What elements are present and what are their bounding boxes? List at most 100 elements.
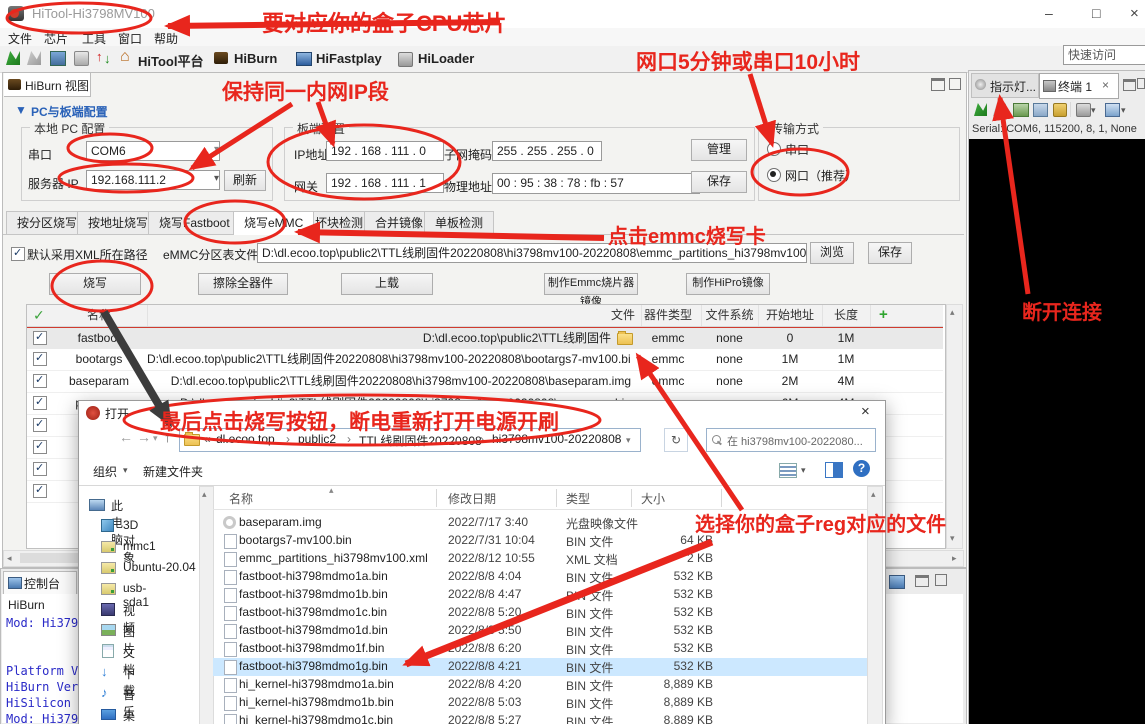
erase-button[interactable]: 擦除全器件 [198,273,288,295]
refresh-button-icon[interactable]: ↻ [664,428,688,452]
connect-icon[interactable] [6,51,20,65]
toolbar-hiburn-label[interactable]: HiBurn [234,51,277,66]
nav-back-icon[interactable]: ← [119,429,133,445]
board-ip-input[interactable]: 192 . 168 . 111 . 0 [326,141,444,161]
burn-button[interactable]: 烧写 [49,273,141,295]
plug-icon[interactable] [74,51,89,66]
view-mode-icon[interactable] [779,463,797,478]
help-icon[interactable]: ? [853,460,870,477]
config-icon[interactable] [50,51,66,66]
manage-button[interactable]: 管理 [691,139,747,161]
dialog-close-icon[interactable]: × [861,403,870,420]
tab-terminal-1[interactable]: 终端 1 × [1039,73,1119,99]
col-device[interactable]: 器件类型 [635,305,702,326]
file-col-name[interactable]: 名称 [229,490,253,507]
quick-access-input[interactable]: 快速访问 [1063,45,1145,65]
gateway-input[interactable]: 192 . 168 . 111 . 1 [326,173,444,193]
search-input-value[interactable]: 在 hi3798mv100-2022080... [727,433,863,449]
row-checkbox[interactable] [33,331,47,345]
tab-emmc-burn[interactable]: 烧写eMMC [233,211,314,235]
file-col-type[interactable]: 类型 [566,490,590,507]
file-row[interactable]: emmc_partitions_hi3798mv100.xml 2022/8/1… [213,550,867,568]
section-expander-icon[interactable]: ▼ [15,103,27,117]
terminal-lock-icon[interactable] [1053,103,1067,117]
file-row[interactable]: hi_kernel-hi3798mdmo1a.bin 2022/8/8 4:20… [213,676,867,694]
panel-minimize-icon[interactable] [931,78,945,91]
row-checkbox[interactable] [33,352,47,366]
terminal-table-icon[interactable] [1013,103,1029,117]
table-vscrollbar[interactable]: ▴ ▾ [946,304,963,549]
mac-input[interactable]: 00 : 95 : 38 : 78 : fb : 57 [492,173,700,194]
row-checkbox[interactable] [33,396,47,410]
hifastplay-icon[interactable] [296,52,312,66]
tab-address-burn[interactable]: 按地址烧写 [77,211,159,234]
nav-history-caret-icon[interactable]: ▾ [153,433,158,444]
upload-button[interactable]: 上载 [341,273,433,295]
serial-radio-label[interactable]: 串口 [785,141,809,158]
server-ip-select[interactable]: 192.168.111.2 [86,170,220,190]
browse-file-icon[interactable] [617,333,633,345]
row-checkbox[interactable] [33,462,47,476]
maximize-icon[interactable]: □ [1092,5,1100,21]
new-terminal-caret-icon[interactable]: ▾ [1121,105,1126,116]
file-row[interactable]: fastboot-hi3798mdmo1a.bin 2022/8/8 4:04 … [213,568,867,586]
terminal-columns-icon[interactable] [1033,103,1048,117]
tab-partition-burn[interactable]: 按分区烧写 [6,211,88,234]
view-mode-caret-icon[interactable]: ▾ [801,465,806,476]
tab-hiburn-view[interactable]: HiBurn 视图 [4,73,91,97]
menu-file[interactable]: 文件 [8,30,32,47]
terminal-settings-caret-icon[interactable]: ▾ [1091,105,1096,116]
file-row-selected[interactable]: fastboot-hi3798mdmo1g.bin 2022/8/8 4:21 … [213,658,867,676]
sidebar-scrollbar[interactable]: ▴ [199,486,214,724]
close-icon[interactable]: × [1130,5,1139,22]
terminal-panel-maximize-icon[interactable] [1137,78,1145,89]
col-length[interactable]: 长度 [822,305,871,326]
table-row-baseparam[interactable]: baseparam D:\dl.ecoo.top\public2\TTL线刷固件… [27,371,943,393]
tab-console[interactable]: 控制台 [3,571,77,595]
file-col-date[interactable]: 修改日期 [448,490,496,507]
console-minimize-icon[interactable] [915,575,929,587]
tab-board-check[interactable]: 单板检测 [424,211,494,234]
check-all-icon[interactable]: ✓ [33,307,45,324]
refresh-button[interactable]: 刷新 [224,170,266,191]
col-start[interactable]: 开始地址 [758,305,823,326]
address-caret-icon[interactable]: ▾ [626,435,631,446]
console-maximize-icon[interactable] [935,574,947,586]
hiloader-icon[interactable] [398,52,413,67]
terminal-disconnect-icon[interactable] [993,103,1006,116]
toolbar-hifastplay-label[interactable]: HiFastplay [316,51,382,66]
file-row[interactable]: hi_kernel-hi3798mdmo1c.bin 2022/8/8 5:27… [213,712,867,724]
download-arrow-icon[interactable]: ↓ [104,51,111,66]
toolbar-hiloader-label[interactable]: HiLoader [418,51,474,66]
hiburn-chip-icon[interactable] [214,52,228,64]
make-hipro-image-button[interactable]: 制作HiPro镜像 [686,273,770,295]
search-box[interactable]: 在 hi3798mv100-2022080... [706,428,876,452]
xml-save-button[interactable]: 保存 [868,242,912,264]
nav-forward-icon[interactable]: → [137,429,151,445]
terminal-panel-minimize-icon[interactable] [1123,79,1136,91]
file-row[interactable]: hi_kernel-hi3798mdmo1b.bin 2022/8/8 5:03… [213,694,867,712]
file-col-size[interactable]: 大小 [641,490,665,507]
serial-select[interactable]: COM6 [86,141,220,161]
row-checkbox[interactable] [33,374,47,388]
new-folder-button[interactable]: 新建文件夹 [143,463,203,480]
serial-radio[interactable] [767,142,781,156]
new-terminal-icon[interactable] [1105,103,1120,117]
menu-window[interactable]: 窗口 [118,30,142,47]
terminal-screen[interactable] [969,139,1145,724]
terminal-tab-close-icon[interactable]: × [1102,78,1109,92]
organize-caret-icon[interactable]: ▾ [123,465,128,476]
terminal-connect-icon[interactable] [974,103,987,116]
disconnect-icon[interactable] [27,51,41,65]
tab-indicator[interactable]: 指示灯... [971,73,1039,98]
file-row[interactable]: fastboot-hi3798mdmo1d.bin 2022/8/8 5:50 … [213,622,867,640]
organize-button[interactable]: 组织 [93,463,117,480]
add-row-icon[interactable]: + [879,306,888,323]
table-row-bootargs[interactable]: bootargs D:\dl.ecoo.top\public2\TTL线刷固件2… [27,349,943,371]
use-xml-label[interactable]: 默认采用XML所在路径 [27,246,148,263]
terminal-settings-icon[interactable] [1076,103,1091,117]
table-row-fastboot[interactable]: fastboot D:\dl.ecoo.top\public2\TTL线刷固件 … [27,327,943,350]
menu-help[interactable]: 帮助 [154,30,178,47]
col-fs[interactable]: 文件系统 [701,305,759,326]
file-row[interactable]: fastboot-hi3798mdmo1b.bin 2022/8/8 4:47 … [213,586,867,604]
